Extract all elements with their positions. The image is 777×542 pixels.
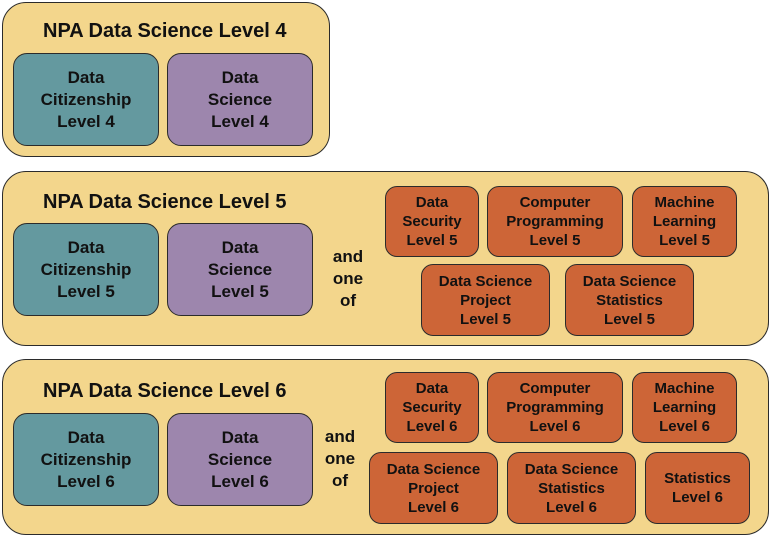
option-statistics-level-6: Statistics Level 6 (645, 452, 750, 524)
level-6-panel: NPA Data Science Level 6 Data Citizenshi… (2, 359, 769, 535)
and-one-of-label: and one of (324, 427, 356, 490)
level-4-title: NPA Data Science Level 4 (43, 20, 287, 42)
option-data-security-level-6: Data Security Level 6 (385, 372, 479, 443)
option-data-science-statistics-level-5: Data Science Statistics Level 5 (565, 264, 694, 336)
data-citizenship-level-4: Data Citizenship Level 4 (13, 53, 159, 146)
option-data-science-statistics-level-6: Data Science Statistics Level 6 (507, 452, 636, 524)
level-5-title: NPA Data Science Level 5 (43, 191, 287, 213)
data-science-level-5: Data Science Level 5 (167, 223, 313, 316)
option-data-science-project-level-5: Data Science Project Level 5 (421, 264, 550, 336)
option-data-security-level-5: Data Security Level 5 (385, 186, 479, 257)
option-machine-learning-level-6: Machine Learning Level 6 (632, 372, 737, 443)
option-data-science-project-level-6: Data Science Project Level 6 (369, 452, 498, 524)
level-5-panel: NPA Data Science Level 5 Data Citizenshi… (2, 171, 769, 346)
option-machine-learning-level-5: Machine Learning Level 5 (632, 186, 737, 257)
level-4-panel: NPA Data Science Level 4 Data Citizenshi… (2, 2, 330, 157)
option-computer-programming-level-5: Computer Programming Level 5 (487, 186, 623, 257)
data-citizenship-level-5: Data Citizenship Level 5 (13, 223, 159, 316)
option-computer-programming-level-6: Computer Programming Level 6 (487, 372, 623, 443)
data-science-level-6: Data Science Level 6 (167, 413, 313, 506)
level-6-title: NPA Data Science Level 6 (43, 380, 287, 402)
data-science-level-4: Data Science Level 4 (167, 53, 313, 146)
and-one-of-label: and one of (332, 247, 364, 310)
data-citizenship-level-6: Data Citizenship Level 6 (13, 413, 159, 506)
